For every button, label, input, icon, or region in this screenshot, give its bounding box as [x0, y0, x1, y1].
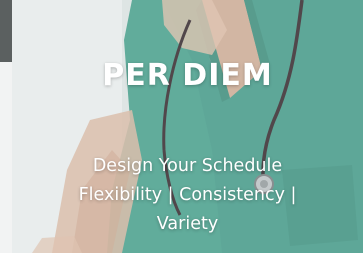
left-edge-strip: [0, 0, 12, 253]
subtitle-line-3: Variety: [156, 214, 219, 234]
card-subtitle: Design Your Schedule Flexibility | Consi…: [12, 152, 363, 239]
adjacent-card-edge: [0, 0, 12, 62]
subtitle-line-2: Flexibility | Consistency |: [78, 185, 297, 205]
card-title: PER DIEM: [102, 58, 273, 93]
subtitle-line-1: Design Your Schedule: [92, 156, 283, 176]
page: PER DIEM Design Your Schedule Flexibilit…: [0, 0, 363, 253]
per-diem-card[interactable]: PER DIEM Design Your Schedule Flexibilit…: [12, 0, 363, 253]
